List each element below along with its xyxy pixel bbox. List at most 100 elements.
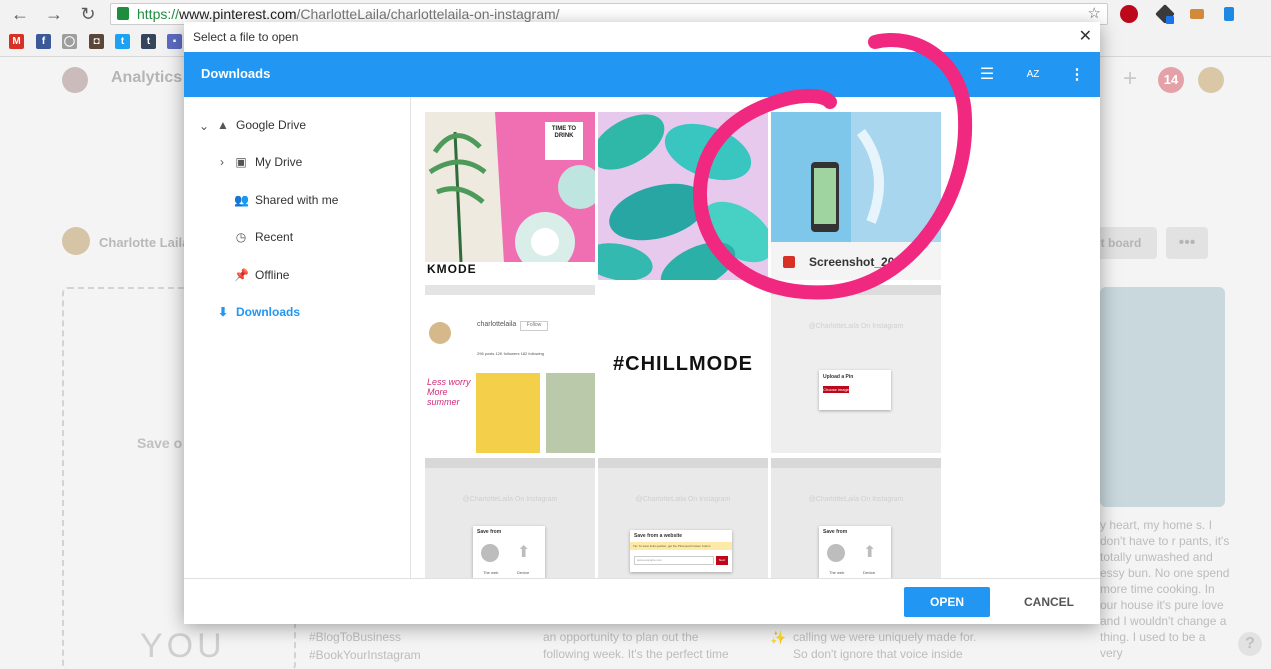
browser-bar: [425, 458, 595, 468]
globe-icon: [827, 544, 845, 562]
save-from-website-dialog: Save from a website Tip: To save links q…: [630, 530, 732, 572]
on-instagram-text: @CharlotteLaila On Instagram: [808, 496, 904, 503]
file-thumbnail[interactable]: charlottelaila Follow 296 posts 12K foll…: [425, 285, 595, 453]
save-from-web-label: The web: [483, 570, 499, 575]
wkmode-text: KMODE: [427, 262, 477, 276]
tip-banner: Tip: To save links quicker, get the Pint…: [630, 542, 732, 550]
more-vert-icon[interactable]: ⋮: [1064, 62, 1090, 88]
file-name-label: Screenshot_20...: [809, 255, 905, 269]
sidebar-item-my-drive[interactable]: My Drive: [255, 155, 302, 169]
pineapple-photo: [546, 373, 595, 453]
current-folder-title: Downloads: [201, 66, 271, 81]
browser-bar: [425, 285, 595, 295]
hashtag-1[interactable]: #BlogToBusiness: [309, 630, 401, 644]
dialog-footer: OPEN CANCEL: [184, 578, 1100, 624]
sidebar-item-recent[interactable]: Recent: [255, 230, 293, 244]
file-grid: TIME TO DRINK KMODE Screenshot_20... cha…: [425, 112, 942, 578]
sidebar-item-shared-with-me[interactable]: Shared with me: [255, 193, 338, 207]
address-url[interactable]: https://www.pinterest.com/CharlotteLaila…: [137, 4, 560, 24]
upload-arrow-icon: ⬆: [517, 544, 531, 561]
globe-icon[interactable]: ◯: [62, 34, 77, 49]
globe-icon: [481, 544, 499, 562]
more-options-button[interactable]: •••: [1166, 227, 1208, 259]
gmail-icon[interactable]: M: [9, 34, 24, 49]
clock-icon: ◷: [235, 230, 247, 244]
hashtag-2[interactable]: #BookYourInstagram: [309, 648, 421, 662]
lock-icon: [117, 7, 129, 20]
sparkle-emoji: ✨: [770, 630, 787, 645]
choose-image-button: Choose image: [823, 386, 849, 393]
chillmode-text: #CHILLMODE: [613, 353, 753, 375]
bookmark-star-icon[interactable]: ☆: [1088, 4, 1101, 24]
bookmark-icon[interactable]: ▪: [167, 34, 182, 49]
user-avatar[interactable]: [1198, 67, 1224, 93]
save-from-device-label: Device: [517, 570, 530, 575]
extension-badge-icon: [1166, 16, 1174, 24]
browser-bar: [771, 285, 941, 295]
save-from-title: Save from: [477, 529, 502, 535]
file-thumbnail[interactable]: TIME TO DRINK KMODE: [425, 112, 595, 280]
dialog-titlebar: Select a file to open ✕: [184, 22, 1100, 52]
close-icon[interactable]: ✕: [1079, 26, 1092, 46]
pin-icon: 📌: [234, 268, 249, 282]
open-button[interactable]: OPEN: [904, 587, 990, 617]
shark-extension-icon[interactable]: [1224, 7, 1234, 21]
file-thumbnail[interactable]: @CharlotteLaila On Instagram Save from a…: [598, 458, 768, 578]
file-thumbnail[interactable]: @CharlotteLaila On Instagram Upload a Pi…: [771, 285, 941, 453]
save-from-device-label: Device: [863, 570, 876, 575]
chevron-right-icon[interactable]: ›: [215, 155, 229, 169]
save-from-dialog: Save from ⬆ The web Device: [819, 526, 891, 578]
reload-icon[interactable]: ↻: [77, 3, 99, 25]
next-button: Next: [716, 556, 728, 565]
hammer-extension-icon[interactable]: [1190, 9, 1204, 19]
people-icon: 👥: [234, 193, 249, 207]
pinterest-logo-icon[interactable]: [62, 67, 88, 93]
on-instagram-text: @CharlotteLaila On Instagram: [462, 496, 558, 503]
on-instagram-text: @CharlotteLaila On Instagram: [635, 496, 731, 503]
time-to-drink-text: TIME TO DRINK: [551, 126, 577, 139]
notification-badge[interactable]: 14: [1158, 67, 1184, 93]
profile-stats: 296 posts 12K followers 182 following: [477, 351, 544, 356]
url-field: www.example.com: [634, 556, 714, 565]
file-thumbnail[interactable]: #CHILLMODE: [598, 285, 768, 453]
upload-pin-title: Upload a Pin: [823, 374, 854, 380]
help-button[interactable]: ?: [1238, 632, 1262, 656]
upload-arrow-icon: ⬆: [863, 544, 877, 561]
chevron-down-icon[interactable]: ⌄: [197, 119, 211, 133]
file-thumbnail[interactable]: @CharlotteLaila On Instagram Save from ⬆…: [425, 458, 595, 578]
sidebar-item-google-drive[interactable]: Google Drive: [236, 118, 306, 132]
browser-bar: [598, 458, 768, 468]
file-label-bar: Screenshot_20...: [771, 242, 941, 280]
profile-name[interactable]: Charlotte Laila: [99, 235, 189, 250]
folder-icon: ▣: [235, 155, 247, 169]
sidebar-item-downloads[interactable]: Downloads: [236, 305, 300, 319]
save-pin-label: Save o: [137, 435, 183, 451]
save-from-web-label: The web: [829, 570, 845, 575]
profile-username: charlottelaila: [477, 321, 517, 328]
add-pin-icon[interactable]: +: [1123, 65, 1137, 93]
sort-az-icon[interactable]: AZ: [1020, 62, 1046, 88]
analytics-link[interactable]: Analytics: [111, 69, 182, 87]
pinterest-extension-icon[interactable]: [1120, 5, 1138, 23]
twitter-icon[interactable]: t: [115, 34, 130, 49]
dialog-title: Select a file to open: [193, 30, 299, 44]
facebook-icon[interactable]: f: [36, 34, 51, 49]
instagram-icon[interactable]: ◘: [89, 34, 104, 49]
profile-avatar[interactable]: [62, 227, 90, 255]
on-instagram-text: @CharlotteLaila On Instagram: [808, 323, 904, 330]
upload-pin-dialog: Upload a Pin Choose image: [819, 370, 891, 410]
pin-description-3: calling we were uniquely made for. So do…: [793, 630, 977, 661]
back-arrow-icon[interactable]: ←: [9, 3, 31, 25]
less-worry-text: Less worry More summer: [427, 377, 471, 407]
file-thumbnail[interactable]: [598, 112, 768, 280]
list-view-icon[interactable]: ☰: [974, 62, 1000, 88]
sidebar-item-offline[interactable]: Offline: [255, 268, 289, 282]
file-thumbnail[interactable]: @CharlotteLaila On Instagram Save from ⬆…: [771, 458, 941, 578]
cancel-button[interactable]: CANCEL: [1014, 587, 1084, 617]
pin-image[interactable]: [1100, 287, 1225, 507]
tumblr-icon[interactable]: t: [141, 34, 156, 49]
file-thumbnail-selected[interactable]: Screenshot_20...: [771, 112, 941, 280]
drive-icon: ▲: [217, 118, 229, 132]
ripped-jeans-image: [771, 112, 941, 242]
forward-arrow-icon[interactable]: →: [43, 3, 65, 25]
